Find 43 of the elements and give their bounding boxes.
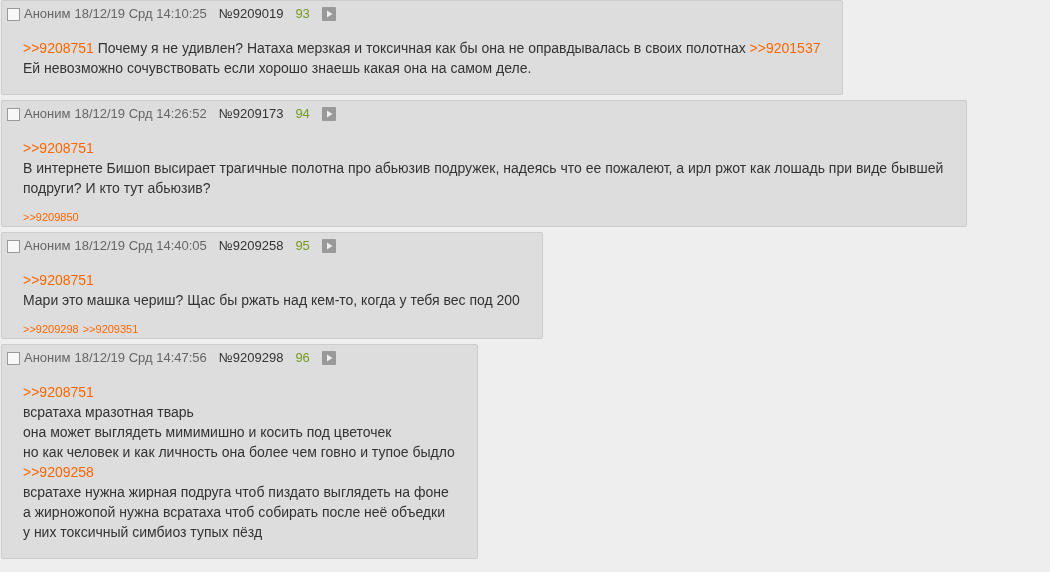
post-count: 94 [295, 105, 310, 124]
post-text: а жирножопой нужна всратаха чтоб собирать после неё объедки [23, 504, 445, 520]
post-count: 96 [295, 349, 310, 368]
post-number[interactable]: №9209298 [218, 348, 284, 368]
select-checkbox[interactable] [7, 107, 20, 121]
post-text: В интернете Бишоп высирает трагичные полотна про абьюзив подружек, надеясь что ее пожалеют, а ирл ржот как лошадь при виде бывшей подруги? И кто тут абьюзив? [23, 160, 944, 196]
reply-link[interactable]: >>9208751 [23, 272, 94, 288]
post-text: но как человек и как личность она более чем говно и тупое быдло [23, 444, 455, 460]
select-checkbox[interactable] [7, 7, 20, 21]
post-count: 93 [295, 5, 310, 24]
post-text: у них токсичный симбиоз тупых пёзд [23, 524, 263, 540]
post-text: >>9208751 Почему я не удивлен? Натаха мерзкая и токсичная как бы она не оправдывалась в своих полотнах >>9201537 [23, 39, 821, 58]
post-number[interactable]: №9209173 [218, 104, 284, 124]
author-name: Аноним [24, 5, 71, 24]
post-text: всратаха мразотная тварь [23, 404, 194, 420]
post-text: Ей невозможно сочувствовать если хорошо знаешь какая она на самом деле. [23, 60, 532, 76]
post-date: 18/12/19 Срд 14:10:25 [74, 5, 207, 24]
author-name: Аноним [24, 105, 71, 124]
reply-link[interactable]: >>9208751 [23, 384, 94, 400]
reply-link[interactable]: >>9208751 [23, 140, 94, 156]
post-text: всратахе нужна жирная подруга чтоб пиздато выглядеть на фоне [23, 484, 449, 500]
post-number[interactable]: №9209258 [218, 236, 284, 256]
post-date: 18/12/19 Срд 14:47:56 [74, 349, 207, 368]
post-number[interactable]: №9209019 [218, 4, 284, 24]
select-checkbox[interactable] [7, 351, 20, 365]
play-icon[interactable] [321, 7, 336, 21]
author-name: Аноним [24, 349, 71, 368]
post-date: 18/12/19 Срд 14:26:52 [74, 105, 207, 124]
reply-link[interactable]: >>9209351 [82, 322, 139, 336]
reply-link[interactable]: >>9208751 [23, 40, 94, 56]
post-date: 18/12/19 Срд 14:40:05 [74, 237, 207, 256]
reply-link[interactable]: >>9209258 [23, 464, 94, 480]
select-checkbox[interactable] [7, 239, 20, 253]
post-text: Мари это машка чериш? Щас бы ржать над кем-то, когда у тебя вес под 200 [23, 292, 520, 308]
reply-link[interactable]: >>9201537 [749, 40, 821, 56]
post-text: она может выглядеть мимимишно и косить под цветочек [23, 424, 392, 440]
author-name: Аноним [24, 237, 71, 256]
post-count: 95 [295, 237, 310, 256]
play-icon[interactable] [321, 239, 336, 253]
reply-link[interactable]: >>9209298 [23, 322, 79, 336]
reply-link[interactable]: >>9209850 [23, 210, 79, 224]
play-icon[interactable] [321, 107, 336, 121]
play-icon[interactable] [321, 351, 336, 365]
